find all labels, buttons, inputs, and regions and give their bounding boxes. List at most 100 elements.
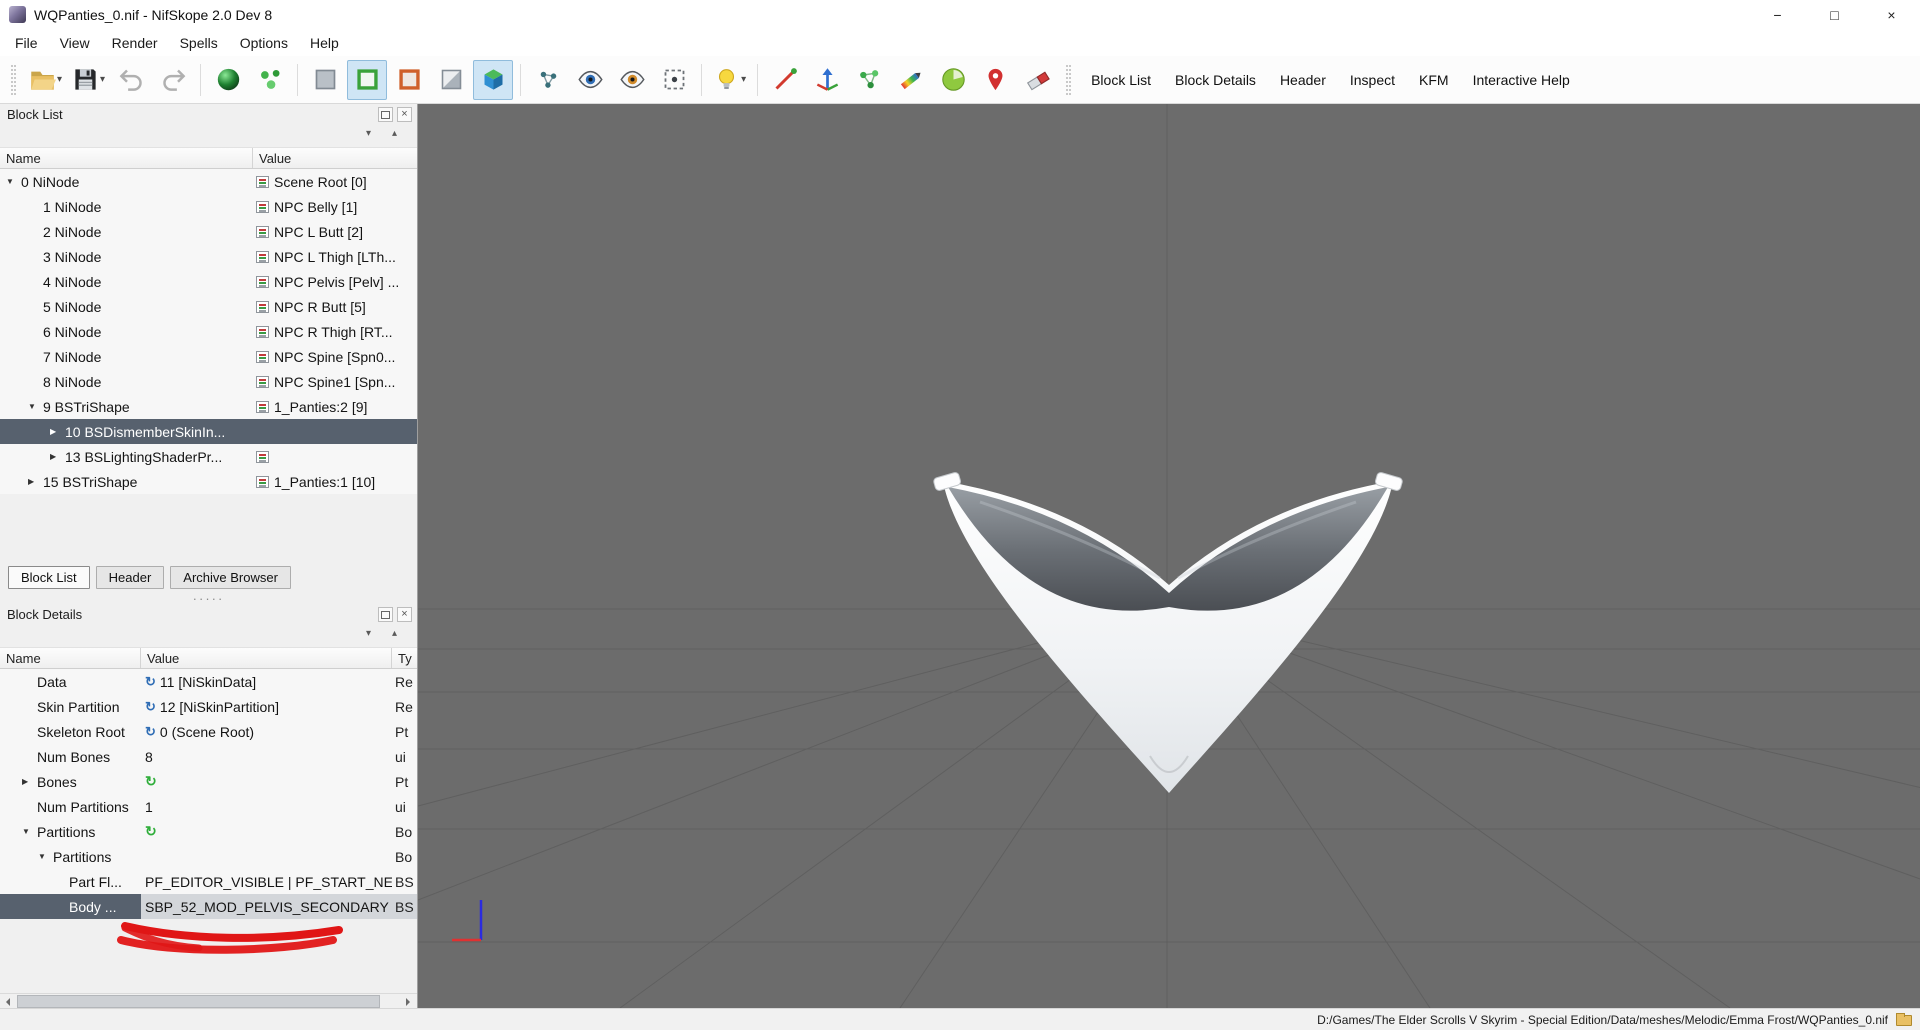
orange-square-button[interactable] — [389, 60, 429, 100]
tree-row[interactable]: 8 NiNodeNPC Spine1 [Spn... — [0, 369, 417, 394]
tree-row[interactable]: 10 BSDismemberSkinIn... — [0, 419, 417, 444]
arrow-right-icon[interactable] — [50, 427, 65, 436]
tree-row[interactable]: 3 NiNodeNPC L Thigh [LTh... — [0, 244, 417, 269]
splitter-handle[interactable] — [0, 592, 417, 604]
redo-button[interactable] — [153, 60, 193, 100]
chevron-down-icon[interactable] — [366, 128, 371, 139]
close-panel-button[interactable] — [397, 607, 412, 622]
gray-square-button[interactable] — [305, 60, 345, 100]
detail-row[interactable]: BonesPt — [0, 769, 417, 794]
colored-cube-button[interactable] — [473, 60, 513, 100]
scrollbar-thumb[interactable] — [17, 995, 380, 1008]
detail-row-value-cell: SBP_52_MOD_PELVIS_SECONDARY — [141, 894, 392, 919]
detail-row[interactable]: Skeleton Root0 (Scene Root)Pt — [0, 719, 417, 744]
arrow-down-icon[interactable] — [22, 827, 37, 836]
green-clock-icon — [940, 66, 967, 93]
menu-item-file[interactable]: File — [4, 32, 49, 54]
detail-row[interactable]: PartitionsBo — [0, 844, 417, 869]
txt-icon — [256, 201, 269, 213]
save-button[interactable]: ▾ — [68, 60, 109, 100]
detail-row[interactable]: Part Fl...PF_EDITOR_VISIBLE | PF_START_N… — [0, 869, 417, 894]
arrow-right-icon[interactable] — [50, 452, 65, 461]
detail-row[interactable]: Num Partitions1ui — [0, 794, 417, 819]
column-header-name[interactable]: Name — [0, 148, 253, 168]
txt-icon — [256, 226, 269, 238]
green-nodes-button[interactable] — [849, 60, 889, 100]
tree-row[interactable]: 1 NiNodeNPC Belly [1] — [0, 194, 417, 219]
tree-row[interactable]: 6 NiNodeNPC R Thigh [RT... — [0, 319, 417, 344]
blue-axes-button[interactable] — [807, 60, 847, 100]
column-header-name[interactable]: Name — [0, 648, 141, 668]
menu-item-options[interactable]: Options — [229, 32, 299, 54]
toolbar-button-inspect[interactable]: Inspect — [1339, 64, 1406, 96]
toolbar-button-block-details[interactable]: Block Details — [1164, 64, 1267, 96]
maximize-button[interactable]: □ — [1806, 0, 1863, 29]
menu-item-view[interactable]: View — [49, 32, 101, 54]
toolbar-handle[interactable] — [11, 65, 16, 95]
tab-header[interactable]: Header — [96, 566, 165, 589]
menu-item-spells[interactable]: Spells — [169, 32, 229, 54]
rainbow-pencil-button[interactable] — [891, 60, 931, 100]
detail-row[interactable]: Body ...SBP_52_MOD_PELVIS_SECONDARYBS — [0, 894, 417, 919]
toolbar-handle[interactable] — [1066, 65, 1071, 95]
arrow-down-icon[interactable] — [6, 177, 21, 186]
chevron-up-icon[interactable] — [392, 128, 397, 139]
detail-row[interactable]: Skin Partition12 [NiSkinPartition]Re — [0, 694, 417, 719]
folder-open-button[interactable]: ▾ — [25, 60, 66, 100]
red-vector-button[interactable] — [765, 60, 805, 100]
detail-row[interactable]: Data11 [NiSkinData]Re — [0, 669, 417, 694]
scroll-right-icon[interactable] — [400, 995, 416, 1008]
folder-icon[interactable] — [1896, 1015, 1912, 1026]
vertex-dots-button[interactable] — [528, 60, 568, 100]
green-sphere-button[interactable] — [208, 60, 248, 100]
menu-item-render[interactable]: Render — [101, 32, 169, 54]
scroll-left-icon[interactable] — [0, 995, 16, 1008]
tree-row[interactable]: 15 BSTriShape1_Panties:1 [10] — [0, 469, 417, 494]
arrow-down-icon[interactable] — [38, 852, 53, 861]
toolbar-button-header[interactable]: Header — [1269, 64, 1337, 96]
tree-row[interactable]: 2 NiNodeNPC L Butt [2] — [0, 219, 417, 244]
tree-row[interactable]: 5 NiNodeNPC R Butt [5] — [0, 294, 417, 319]
undo-button[interactable] — [111, 60, 151, 100]
arrow-down-icon[interactable] — [28, 402, 43, 411]
toolbar-button-kfm[interactable]: KFM — [1408, 64, 1460, 96]
eye-button[interactable] — [570, 60, 610, 100]
horizontal-scrollbar[interactable] — [0, 993, 417, 1008]
chevron-down-icon[interactable] — [366, 628, 371, 639]
chevron-up-icon[interactable] — [392, 628, 397, 639]
tab-block-list[interactable]: Block List — [8, 566, 90, 589]
tab-archive-browser[interactable]: Archive Browser — [170, 566, 291, 589]
arrow-right-icon[interactable] — [28, 477, 43, 486]
close-panel-button[interactable] — [397, 107, 412, 122]
split-square-button[interactable] — [431, 60, 471, 100]
detail-row[interactable]: Num Bones8ui — [0, 744, 417, 769]
tree-row[interactable]: 9 BSTriShape1_Panties:2 [9] — [0, 394, 417, 419]
block-details-panel-header: Block Details — [0, 604, 417, 625]
menu-item-help[interactable]: Help — [299, 32, 350, 54]
column-header-type[interactable]: Ty — [392, 648, 417, 668]
detail-row-name: Bones — [37, 774, 77, 790]
green-clock-button[interactable] — [933, 60, 973, 100]
lightbulb-button[interactable]: ▾ — [709, 60, 750, 100]
detail-row[interactable]: PartitionsBo — [0, 819, 417, 844]
tree-row[interactable]: 0 NiNodeScene Root [0] — [0, 169, 417, 194]
minimize-button[interactable]: − — [1749, 0, 1806, 29]
toolbar-button-block-list[interactable]: Block List — [1080, 64, 1162, 96]
tree-row[interactable]: 7 NiNodeNPC Spine [Spn0... — [0, 344, 417, 369]
green-dots-button[interactable] — [250, 60, 290, 100]
toolbar-button-interactive-help[interactable]: Interactive Help — [1462, 64, 1581, 96]
tree-row[interactable]: 4 NiNodeNPC Pelvis [Pelv] ... — [0, 269, 417, 294]
arrow-right-icon[interactable] — [22, 777, 37, 786]
dashed-box-button[interactable] — [654, 60, 694, 100]
red-pin-button[interactable] — [975, 60, 1015, 100]
undock-panel-button[interactable] — [378, 107, 393, 122]
eye-orange-button[interactable] — [612, 60, 652, 100]
undock-panel-button[interactable] — [378, 607, 393, 622]
close-button[interactable]: × — [1863, 0, 1920, 29]
column-header-value[interactable]: Value — [141, 648, 392, 668]
tree-row[interactable]: 13 BSLightingShaderPr... — [0, 444, 417, 469]
detail-row-name-cell: Body ... — [0, 894, 141, 919]
red-eraser-button[interactable] — [1017, 60, 1057, 100]
column-header-value[interactable]: Value — [253, 148, 417, 168]
green-square-button[interactable] — [347, 60, 387, 100]
